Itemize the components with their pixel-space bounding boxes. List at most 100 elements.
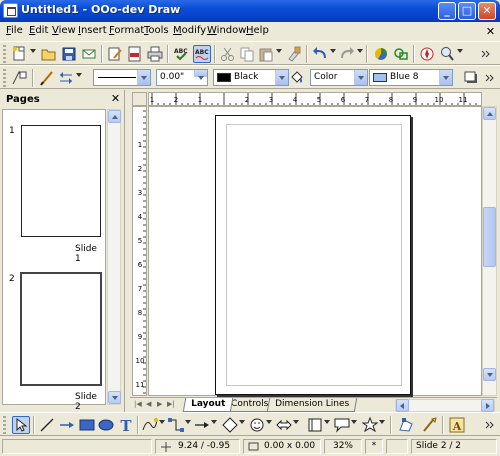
- line-style-icon[interactable]: [10, 69, 28, 87]
- chevron-down-icon[interactable]: [211, 420, 217, 424]
- flowchart-icon[interactable]: [306, 416, 324, 434]
- stars-icon[interactable]: [361, 416, 379, 434]
- navigator-icon[interactable]: [418, 45, 436, 63]
- toolbar-options-icon[interactable]: [478, 45, 492, 63]
- new-icon[interactable]: [10, 45, 28, 63]
- shadow-icon[interactable]: [462, 69, 480, 87]
- chevron-down-icon[interactable]: [354, 70, 367, 85]
- toolbar-handle[interactable]: [3, 45, 6, 63]
- zoom-level[interactable]: 32%: [324, 439, 362, 454]
- scrollbar-thumb[interactable]: [483, 207, 496, 267]
- first-tab-icon[interactable]: |◀: [134, 400, 142, 410]
- horizontal-scrollbar[interactable]: [395, 399, 495, 412]
- menu-format[interactable]: Format: [109, 25, 144, 37]
- area-color-select[interactable]: Blue 8: [369, 69, 453, 86]
- scroll-right-icon[interactable]: [481, 399, 494, 412]
- menu-view[interactable]: View: [52, 25, 76, 37]
- open-icon[interactable]: [40, 45, 58, 63]
- chart-icon[interactable]: [372, 45, 390, 63]
- print-icon[interactable]: [146, 45, 164, 63]
- chevron-down-icon[interactable]: [293, 420, 299, 424]
- select-icon[interactable]: [12, 416, 30, 434]
- chevron-down-icon[interactable]: [275, 70, 288, 85]
- menu-help[interactable]: Help: [246, 25, 269, 37]
- chevron-down-icon[interactable]: [324, 420, 330, 424]
- panel-splitter[interactable]: [124, 90, 130, 412]
- menu-file[interactable]: File: [6, 25, 23, 37]
- scroll-down-icon[interactable]: [483, 368, 496, 381]
- chevron-down-icon[interactable]: [439, 70, 452, 85]
- close-button[interactable]: ✕: [478, 2, 496, 20]
- close-document-icon[interactable]: ✕: [484, 25, 497, 38]
- email-icon[interactable]: [80, 45, 98, 63]
- line-icon-pen[interactable]: [38, 69, 56, 87]
- callouts-icon[interactable]: [333, 416, 351, 434]
- undo-icon[interactable]: [311, 45, 329, 63]
- scroll-left-icon[interactable]: [396, 399, 409, 412]
- scroll-up-icon[interactable]: [108, 110, 121, 123]
- redo-icon[interactable]: [338, 45, 356, 63]
- vertical-ruler[interactable]: 1 2 3 4 5 6 7 8 9 10 11: [132, 106, 147, 396]
- drawing-page[interactable]: [215, 115, 411, 395]
- save-icon[interactable]: [60, 45, 78, 63]
- edit-file-icon[interactable]: [106, 45, 124, 63]
- line-color-select[interactable]: Black: [213, 69, 289, 86]
- text-icon[interactable]: T: [117, 416, 135, 435]
- clone-format-icon[interactable]: [285, 45, 303, 63]
- minimize-button[interactable]: _: [438, 2, 456, 20]
- tab-dimension-lines[interactable]: Dimension Lines: [266, 398, 358, 412]
- chevron-down-icon[interactable]: [30, 49, 36, 53]
- pages-scrollbar[interactable]: [107, 109, 121, 405]
- menu-window[interactable]: Window: [207, 25, 246, 37]
- chevron-down-icon[interactable]: [266, 420, 272, 424]
- area-fill-icon[interactable]: [288, 69, 306, 87]
- drawing-canvas[interactable]: [148, 106, 482, 396]
- curve-icon[interactable]: [141, 416, 159, 434]
- chevron-down-icon[interactable]: [379, 420, 385, 424]
- chevron-down-icon[interactable]: [357, 49, 363, 53]
- chevron-down-icon[interactable]: [351, 420, 357, 424]
- next-tab-icon[interactable]: ▶: [157, 400, 165, 410]
- basic-shapes-icon[interactable]: [221, 416, 239, 434]
- last-tab-icon[interactable]: ▶|: [167, 400, 175, 410]
- draw-functions-icon[interactable]: [392, 45, 410, 63]
- glue-points-icon[interactable]: [420, 416, 438, 434]
- close-icon[interactable]: ✕: [109, 92, 122, 105]
- block-arrows-icon[interactable]: [275, 416, 293, 434]
- toolbar-options-icon[interactable]: [482, 416, 496, 434]
- menu-tools[interactable]: Tools: [144, 25, 169, 37]
- maximize-button[interactable]: □: [458, 2, 476, 20]
- rectangle-icon[interactable]: [78, 416, 96, 434]
- autospellcheck-icon[interactable]: ABC: [193, 45, 211, 63]
- scroll-up-icon[interactable]: [483, 107, 496, 120]
- title-bar[interactable]: Untitled1 - OOo-dev Draw _ □ ✕: [0, 0, 500, 22]
- ellipse-icon[interactable]: [97, 416, 115, 434]
- points-icon[interactable]: [397, 416, 415, 434]
- chevron-down-icon[interactable]: [239, 420, 245, 424]
- slide-thumbnail[interactable]: [21, 125, 101, 237]
- spin-up-icon[interactable]: [194, 70, 207, 80]
- arrow-line-icon[interactable]: [58, 416, 76, 434]
- chevron-down-icon[interactable]: [76, 73, 82, 77]
- chevron-down-icon[interactable]: [185, 420, 191, 424]
- app-icon[interactable]: [3, 3, 18, 18]
- toolbar-options-icon[interactable]: [482, 69, 496, 87]
- menu-modify[interactable]: Modify: [173, 25, 206, 37]
- prev-tab-icon[interactable]: ◀: [146, 400, 154, 410]
- cut-icon[interactable]: [219, 45, 237, 63]
- paste-icon[interactable]: [257, 45, 275, 63]
- chevron-down-icon[interactable]: [457, 49, 463, 53]
- connector-icon[interactable]: [167, 416, 185, 434]
- horizontal-ruler[interactable]: 1 2 1 2 3 4 5 6 7 8 9 10 11: [148, 92, 482, 106]
- zoom-icon[interactable]: [438, 45, 456, 63]
- line-width-field[interactable]: 0.00": [156, 69, 208, 86]
- chevron-down-icon[interactable]: [330, 49, 336, 53]
- line-icon[interactable]: [38, 416, 56, 434]
- lines-arrows-icon[interactable]: [193, 416, 211, 434]
- symbol-shapes-icon[interactable]: [248, 416, 266, 434]
- scroll-down-icon[interactable]: [108, 391, 121, 404]
- slide-thumbnail-selected[interactable]: [20, 272, 102, 386]
- chevron-down-icon[interactable]: [159, 420, 165, 424]
- menu-edit[interactable]: Edit: [29, 25, 48, 37]
- fontwork-icon[interactable]: A: [448, 416, 466, 434]
